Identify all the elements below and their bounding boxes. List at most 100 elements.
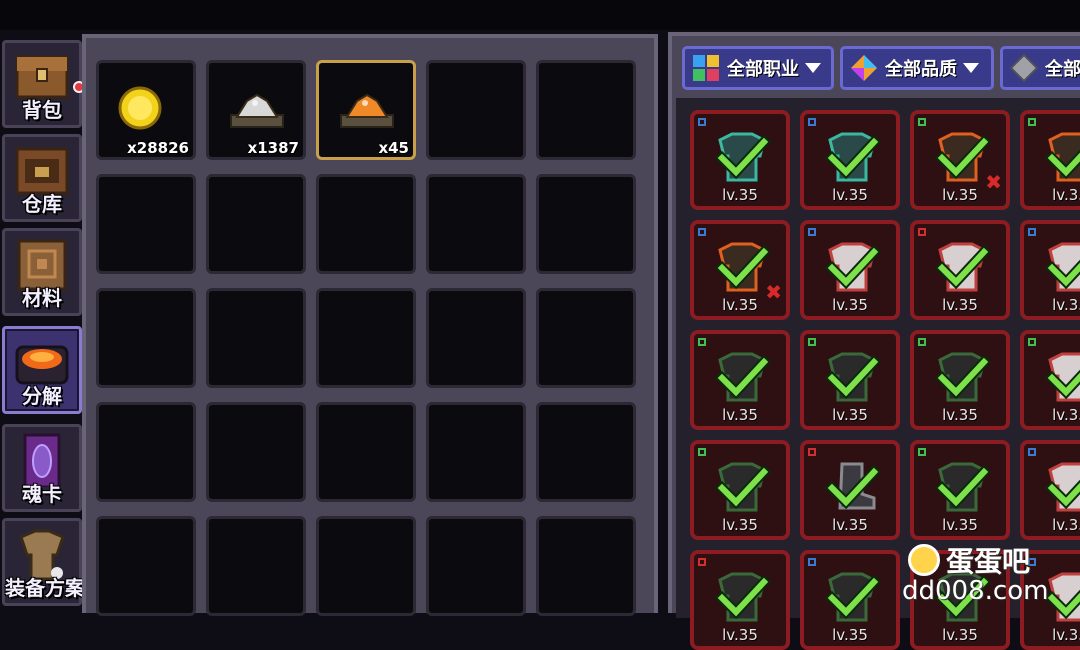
tab-label: 分解 [22, 384, 62, 408]
rarity-marker-icon [1028, 118, 1036, 126]
equipment-slot[interactable]: lv.35 [1020, 440, 1080, 540]
item-quantity: x28826 [127, 139, 189, 157]
dark-armor-icon [712, 348, 772, 404]
equipment-slot[interactable]: lv.35 [800, 330, 900, 430]
equipment-slot[interactable]: lv.35 [910, 330, 1010, 430]
filter-label: 全部职业 [727, 59, 799, 80]
quality-gem-icon [849, 53, 879, 83]
rarity-marker-icon [808, 448, 816, 456]
item-level: lv.35 [722, 626, 758, 644]
inventory-slot-empty[interactable] [426, 60, 526, 160]
watermark: 蛋蛋吧 dd008.com [902, 540, 1078, 610]
item-level: lv.35 [832, 296, 868, 314]
equipment-slot[interactable]: ✖ lv.35 [690, 220, 790, 320]
equipment-slot[interactable]: lv.35 [1020, 220, 1080, 320]
inventory-slot-empty[interactable] [536, 288, 636, 388]
rarity-marker-icon [918, 448, 926, 456]
equipment-slot[interactable]: lv.35 [800, 220, 900, 320]
inventory-slot-empty[interactable] [206, 288, 306, 388]
equipment-slot[interactable]: ✖ lv.35 [910, 110, 1010, 210]
dark-armor-icon [712, 568, 772, 624]
class-grid-icon [691, 53, 721, 83]
rarity-marker-icon [808, 118, 816, 126]
item-level: lv.35 [942, 406, 978, 424]
dark-armor-icon [932, 348, 992, 404]
equipment-slot[interactable]: lv.35 [690, 440, 790, 540]
equipment-panel: 全部职业全部品质全部 lv.35lv.35✖lv.35lv.35✖lv.35lv… [668, 32, 1080, 650]
inventory-slot-silver-ore[interactable]: x1387 [206, 60, 306, 160]
tab-label: 魂卡 [22, 482, 62, 506]
equipment-slot[interactable]: lv.35 [910, 220, 1010, 320]
inventory-slot-empty[interactable] [536, 402, 636, 502]
item-level: lv.35 [832, 186, 868, 204]
tab-soul-card[interactable]: 魂卡 [2, 424, 82, 512]
rarity-marker-icon [808, 558, 816, 566]
filter-gray-gem[interactable]: 全部 [1000, 46, 1080, 90]
inventory-slot-empty[interactable] [206, 516, 306, 616]
inventory-slot-empty[interactable] [536, 174, 636, 274]
rarity-marker-icon [918, 338, 926, 346]
equipment-slot[interactable]: lv.35 [690, 110, 790, 210]
tab-chest[interactable]: 背包 [2, 40, 85, 128]
white-armor-icon [1042, 238, 1080, 294]
inventory-slot-empty[interactable] [426, 288, 526, 388]
inventory-slot-empty[interactable] [316, 402, 416, 502]
inventory-slot-empty[interactable] [96, 174, 196, 274]
watermark-url: dd008.com [902, 576, 1049, 606]
rarity-marker-icon [808, 338, 816, 346]
inventory-slot-empty[interactable] [536, 60, 636, 160]
equipment-slot[interactable]: lv.35 [690, 550, 790, 650]
inventory-slot-empty[interactable] [96, 288, 196, 388]
rarity-marker-icon [698, 228, 706, 236]
equipment-slot[interactable]: lv.35 [910, 440, 1010, 540]
dark-boot-icon [822, 458, 882, 514]
flame-armor-icon [712, 238, 772, 294]
tab-warehouse-chest[interactable]: 仓库 [2, 134, 82, 222]
item-level: lv.35 [942, 186, 978, 204]
inventory-slot-empty[interactable] [206, 174, 306, 274]
white-armor-icon [1042, 458, 1080, 514]
teal-armor-icon [822, 128, 882, 184]
item-level: lv.35 [942, 626, 978, 644]
item-level: lv.35 [942, 516, 978, 534]
silver-ore-icon [225, 83, 289, 137]
equipment-slot[interactable]: lv.35 [800, 110, 900, 210]
inventory-slot-orange-ore[interactable]: x45 [316, 60, 416, 160]
item-level: lv.35 [1052, 406, 1080, 424]
inventory-slot-empty[interactable] [316, 174, 416, 274]
item-level: lv.35 [722, 406, 758, 424]
flame-armor-icon [932, 128, 992, 184]
tab-armor-set[interactable]: 装备方案 [2, 518, 85, 606]
watermark-brand: 蛋蛋吧 [946, 545, 1031, 578]
inventory-slot-empty[interactable] [426, 402, 526, 502]
inventory-slot-empty[interactable] [96, 402, 196, 502]
tab-furnace[interactable]: 分解 [2, 326, 82, 414]
equipment-slot[interactable]: lv.35 [800, 550, 900, 650]
item-level: lv.35 [942, 296, 978, 314]
equipment-slot[interactable]: lv.35 [1020, 110, 1080, 210]
watermark-logo-icon [908, 544, 940, 576]
equipment-slot[interactable]: lv.35 [690, 330, 790, 430]
inventory-slot-empty[interactable] [96, 516, 196, 616]
inventory-slot-empty[interactable] [316, 288, 416, 388]
inventory-slot-empty[interactable] [316, 516, 416, 616]
tab-materials-book[interactable]: 材料 [2, 228, 82, 316]
item-level: lv.35 [722, 296, 758, 314]
inventory-slot-empty[interactable] [426, 174, 526, 274]
white-armor-icon [932, 238, 992, 294]
inventory-slot-empty[interactable] [536, 516, 636, 616]
inventory-slot-empty[interactable] [206, 402, 306, 502]
item-level: lv.35 [832, 626, 868, 644]
equipment-slot[interactable]: lv.35 [1020, 330, 1080, 430]
equipment-slot[interactable]: lv.35 [800, 440, 900, 540]
filter-label: 全部品质 [885, 59, 957, 80]
item-level: lv.35 [832, 406, 868, 424]
chevron-down-icon [805, 63, 821, 73]
gray-gem-icon [1009, 53, 1039, 83]
filter-quality-gem[interactable]: 全部品质 [840, 46, 994, 90]
filter-class-grid[interactable]: 全部职业 [682, 46, 834, 90]
inventory-slot-empty[interactable] [426, 516, 526, 616]
rarity-marker-icon [698, 118, 706, 126]
dark-armor-icon [822, 348, 882, 404]
inventory-slot-gold-coin[interactable]: x28826 [96, 60, 196, 160]
